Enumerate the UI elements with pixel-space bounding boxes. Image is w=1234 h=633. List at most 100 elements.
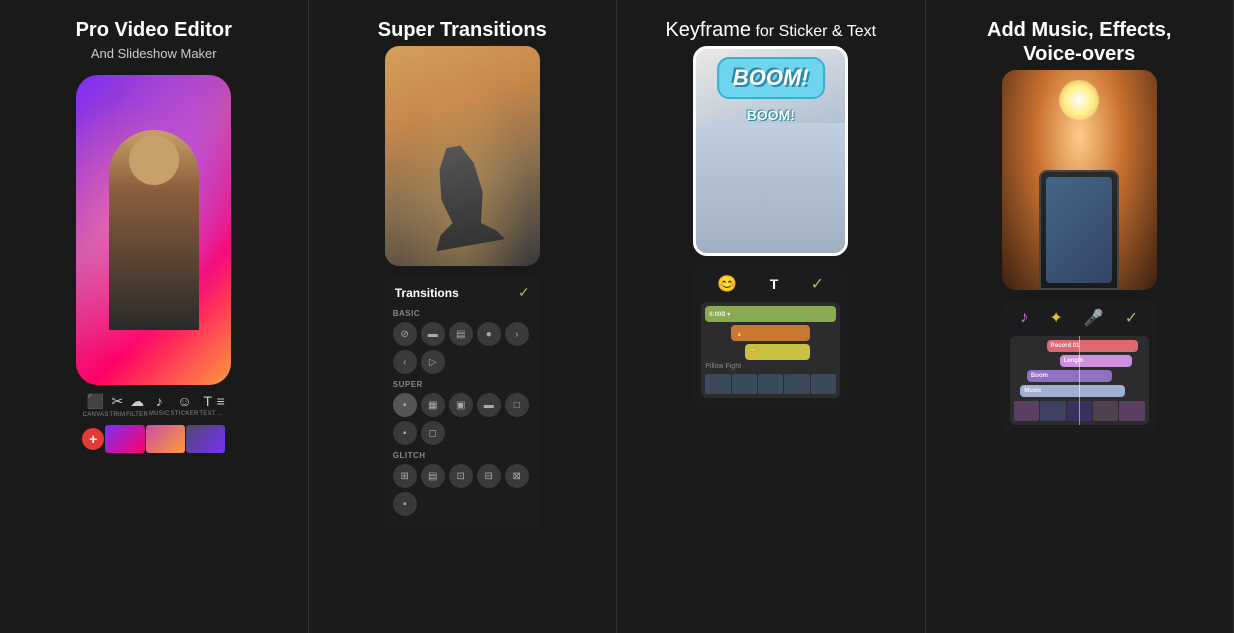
film-frame-2 bbox=[146, 425, 185, 453]
glitch-btn-5[interactable]: ⊠ bbox=[505, 464, 529, 488]
people-background bbox=[696, 123, 845, 253]
trans-btn-4[interactable]: ● bbox=[477, 322, 501, 346]
panel-3-title: Keyframe for Sticker & Text bbox=[665, 18, 876, 42]
trans-btn-1[interactable]: ⊘ bbox=[393, 322, 417, 346]
text-label: TEXT bbox=[199, 411, 216, 417]
super-btn-5[interactable]: □ bbox=[505, 393, 529, 417]
phone-hand bbox=[1039, 170, 1119, 290]
sticker-label: STICKER bbox=[170, 411, 198, 417]
trim-icon: ✂ bbox=[111, 393, 123, 410]
super-btn-6[interactable]: ▪ bbox=[393, 421, 417, 445]
phone-image-1 bbox=[76, 75, 231, 385]
panel-pro-video-editor: Pro Video Editor And Slideshow Maker ⬛ C… bbox=[0, 0, 309, 633]
canvas-label: CANVAS bbox=[83, 412, 109, 418]
trans-btn-7[interactable]: ▷ bbox=[421, 350, 445, 374]
toolbar-icons-row: ⬛ CANVAS ✂ TRIM ☁ FILTER ♪ MUSIC ☺ STICK… bbox=[82, 393, 225, 418]
keyframe-suffix: for Sticker & Text bbox=[751, 23, 876, 40]
trans-btn-2[interactable]: ▬ bbox=[421, 322, 445, 346]
super-btn-3[interactable]: ▣ bbox=[449, 393, 473, 417]
keyframe-icons-row: 😊 T ✓ bbox=[701, 274, 840, 294]
glitch-btn-6[interactable]: ▪ bbox=[393, 492, 417, 516]
text-icon: T bbox=[203, 393, 212, 409]
glitch-btn-2[interactable]: ▤ bbox=[421, 464, 445, 488]
person-silhouette bbox=[109, 130, 199, 330]
fs3-frame-1 bbox=[705, 374, 730, 394]
fs3-frame-2 bbox=[732, 374, 757, 394]
toolbar-bottom-1: ⬛ CANVAS ✂ TRIM ☁ FILTER ♪ MUSIC ☺ STICK… bbox=[76, 385, 231, 460]
phone-screen-1 bbox=[76, 75, 231, 385]
basic-transitions-row: ⊘ ▬ ▤ ● › ‹ ▷ bbox=[393, 322, 532, 374]
super-btn-1[interactable]: ▪ bbox=[393, 393, 417, 417]
toolbar-music[interactable]: ♪ MUSIC bbox=[149, 393, 170, 418]
more-icon: ≡ bbox=[217, 393, 225, 409]
glitch-label: GLITCH bbox=[393, 451, 532, 460]
toolbar-more[interactable]: ≡ ... bbox=[217, 393, 225, 418]
fs3-frame-4 bbox=[784, 374, 809, 394]
keyframe-image: BOOM! BOOM! bbox=[693, 46, 848, 256]
super-btn-2[interactable]: ▦ bbox=[421, 393, 445, 417]
concert-image bbox=[1002, 70, 1157, 290]
toolbar-sticker[interactable]: ☺ STICKER bbox=[170, 393, 198, 418]
panel-1-title: Pro Video Editor bbox=[76, 18, 232, 42]
fs4-frame-1 bbox=[1014, 401, 1039, 421]
spotlight bbox=[1059, 80, 1099, 120]
timeline-playhead bbox=[1079, 336, 1080, 425]
panel-4-title: Add Music, Effects,Voice-overs bbox=[987, 18, 1171, 66]
glitch-btn-4[interactable]: ⊟ bbox=[477, 464, 501, 488]
super-btn-4[interactable]: ▬ bbox=[477, 393, 501, 417]
canvas-icon: ⬛ bbox=[87, 393, 104, 410]
fs4-frame-4 bbox=[1093, 401, 1118, 421]
panel-audio: Add Music, Effects,Voice-overs ♪ ✦ 🎤 ✓ R… bbox=[926, 0, 1234, 633]
record-track[interactable]: Record 01 bbox=[1047, 340, 1139, 352]
boom-text-2: BOOM! bbox=[747, 107, 795, 123]
keyframe-bold: Keyframe bbox=[665, 19, 751, 41]
trans-btn-5[interactable]: › bbox=[505, 322, 529, 346]
kf-track-label: Pillow Fight bbox=[705, 363, 836, 370]
fs3-frame-5 bbox=[811, 374, 836, 394]
super-transitions-row: ▪ ▦ ▣ ▬ □ ▪ ◻ bbox=[393, 393, 532, 445]
length-track[interactable]: Length bbox=[1060, 355, 1132, 367]
check-kf-icon[interactable]: ✓ bbox=[811, 274, 824, 294]
filmstrip-1: + bbox=[82, 424, 225, 454]
filter-icon: ☁ bbox=[130, 393, 144, 410]
toolbar-filter[interactable]: ☁ FILTER bbox=[126, 393, 148, 418]
audio-panel: ♪ ✦ 🎤 ✓ Record 01 Length Boom Music bbox=[1002, 300, 1157, 433]
super-label: SUPER bbox=[393, 380, 532, 389]
kf-track-text: 😊 bbox=[745, 344, 811, 360]
sparkle-icon[interactable]: ✦ bbox=[1049, 308, 1062, 328]
panel-keyframe: Keyframe for Sticker & Text BOOM! BOOM! … bbox=[617, 0, 926, 633]
music-track[interactable]: Music bbox=[1020, 385, 1125, 397]
boom-track[interactable]: Boom bbox=[1027, 370, 1112, 382]
music-icon-toolbar: ♪ bbox=[156, 393, 163, 409]
music-note-icon[interactable]: ♪ bbox=[1020, 309, 1028, 327]
panel-2-title: Super Transitions bbox=[378, 18, 547, 42]
text-kf-icon[interactable]: T bbox=[770, 276, 779, 292]
glitch-btn-3[interactable]: ⊡ bbox=[449, 464, 473, 488]
glitch-btn-1[interactable]: ⊞ bbox=[393, 464, 417, 488]
basic-label: BASIC bbox=[393, 309, 532, 318]
keyframe-controls: 😊 T ✓ 6:00B ▾ 🔥 😊 Pillow Fight bbox=[693, 266, 848, 406]
transitions-check[interactable]: ✓ bbox=[518, 284, 530, 301]
toolbar-text[interactable]: T TEXT bbox=[199, 393, 216, 418]
toolbar-canvas[interactable]: ⬛ CANVAS bbox=[83, 393, 109, 418]
super-btn-7[interactable]: ◻ bbox=[421, 421, 445, 445]
keyframe-timeline: 6:00B ▾ 🔥 😊 Pillow Fight bbox=[701, 302, 840, 398]
trans-btn-3[interactable]: ▤ bbox=[449, 322, 473, 346]
filmstrip-3 bbox=[705, 374, 836, 394]
panel-transitions: Super Transitions Transitions ✓ BASIC ⊘ … bbox=[309, 0, 618, 633]
boom-bubble: BOOM! bbox=[717, 57, 825, 99]
add-clip-button[interactable]: + bbox=[82, 428, 104, 450]
check-audio-icon[interactable]: ✓ bbox=[1125, 308, 1138, 328]
fs3-frame-3 bbox=[758, 374, 783, 394]
film-frame-3 bbox=[186, 425, 225, 453]
emoji-icon[interactable]: 😊 bbox=[717, 274, 737, 294]
filter-label: FILTER bbox=[126, 412, 148, 418]
glitch-transitions-row: ⊞ ▤ ⊡ ⊟ ⊠ ▪ bbox=[393, 464, 532, 516]
toolbar-trim[interactable]: ✂ TRIM bbox=[109, 393, 125, 418]
panel-1-subtitle: And Slideshow Maker bbox=[91, 46, 217, 61]
trans-btn-6[interactable]: ‹ bbox=[393, 350, 417, 374]
microphone-icon[interactable]: 🎤 bbox=[1084, 308, 1104, 328]
film-frame-1 bbox=[105, 425, 144, 453]
boom-text-1: BOOM! bbox=[733, 65, 809, 91]
skater-image bbox=[385, 46, 540, 266]
